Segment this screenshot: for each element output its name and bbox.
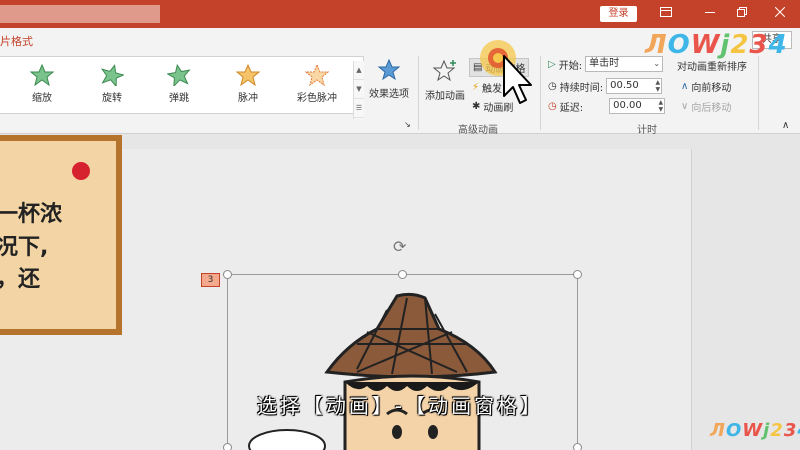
spin-buttons[interactable]: ▲ ▼ xyxy=(658,99,663,113)
selected-picture[interactable] xyxy=(223,270,582,450)
resize-handle[interactable] xyxy=(573,270,582,279)
video-subtitle: 选择【动画】-【动画窗格】 xyxy=(256,394,544,418)
login-button[interactable]: 登录 xyxy=(600,6,637,22)
delay-input[interactable]: 00.00 ▲ ▼ xyxy=(609,98,666,114)
separator xyxy=(540,56,541,130)
clock-icon: ◷ xyxy=(548,80,557,92)
move-earlier-button[interactable]: ∧ 向前移动 xyxy=(681,79,731,94)
reorder-heading: 对动画重新排序 xyxy=(677,62,747,73)
move-later-button[interactable]: ∨ 向后移动 xyxy=(681,99,731,114)
watermark-logo-small: ЛOWj234 xyxy=(710,420,800,441)
spin-buttons[interactable]: ▲ ▼ xyxy=(655,79,660,93)
board-text-line: ，还 xyxy=(0,267,41,292)
close-icon[interactable] xyxy=(769,4,791,24)
gallery-item-pulse[interactable]: 脉冲 xyxy=(218,61,278,109)
zoom-star-icon xyxy=(30,64,54,86)
resize-handle[interactable] xyxy=(398,270,407,279)
title-bar: 登录 xyxy=(0,0,800,28)
minimize-icon[interactable] xyxy=(699,4,721,24)
gallery-item-label: 弹跳 xyxy=(169,93,189,104)
scroll-down-icon[interactable]: ▼ xyxy=(354,80,364,99)
dialog-launcher-icon[interactable]: ↘ xyxy=(404,120,411,129)
add-animation-button[interactable]: 添加动画 xyxy=(424,58,466,102)
start-value: 单击时 xyxy=(589,58,620,69)
start-label: 开始: xyxy=(558,60,583,72)
gallery-item-label: 彩色脉冲 xyxy=(297,93,337,104)
play-icon: ▷ xyxy=(548,58,556,70)
color-pulse-star-icon xyxy=(305,64,329,86)
title-search-box[interactable] xyxy=(0,5,160,23)
board-text-line: 况下, xyxy=(0,235,49,260)
gallery-item-bounce[interactable]: 弹跳 xyxy=(149,61,209,109)
gallery-scroll[interactable]: ▲ ▼ ☰ xyxy=(353,61,364,119)
resize-handle[interactable] xyxy=(573,443,582,450)
gallery-item-zoom[interactable]: 缩放 xyxy=(12,61,72,109)
watermark-logo: ЛOWj234 xyxy=(645,30,788,60)
mouse-cursor-icon xyxy=(503,55,532,104)
delay-label: 延迟: xyxy=(559,102,584,114)
collapse-ribbon-icon[interactable]: ∧ xyxy=(782,120,789,131)
board-text-line: 一杯浓 xyxy=(0,202,63,227)
ribbon-display-icon[interactable] xyxy=(655,4,677,24)
delay-clock-icon: ◷ xyxy=(548,100,557,112)
animation-order-tag[interactable]: 3 xyxy=(201,273,220,287)
duration-input[interactable]: 00.50 ▲ ▼ xyxy=(606,78,663,94)
effect-options-button[interactable]: 效果选项 xyxy=(366,58,412,100)
separator xyxy=(758,56,759,130)
animation-gallery: 缩放 旋转 弹跳 脉冲 彩色脉冲 ▲ ▼ ☰ xyxy=(0,56,364,119)
scroll-up-icon[interactable]: ▲ xyxy=(354,61,364,80)
duration-label: 持续时间: xyxy=(559,82,604,94)
duration-row: ◷ 持续时间: 00.50 ▲ ▼ xyxy=(548,78,663,94)
effect-options-label: 效果选项 xyxy=(369,89,409,100)
duration-value: 00.50 xyxy=(610,80,639,91)
delay-value: 00.00 xyxy=(613,100,642,111)
notice-board[interactable]: 一杯浓 况下, ，还 xyxy=(0,135,122,335)
gallery-item-spin[interactable]: 旋转 xyxy=(82,61,142,109)
chevron-up-icon: ∧ xyxy=(681,81,689,92)
gallery-more-icon[interactable]: ☰ xyxy=(354,99,364,118)
move-earlier-label: 向前移动 xyxy=(691,83,732,94)
bounce-star-icon xyxy=(167,64,191,86)
pushpin-icon xyxy=(72,162,90,180)
ribbon: 缩放 旋转 弹跳 脉冲 彩色脉冲 ▲ ▼ ☰ 效果选项 ↘ 添加动画 ▤ ⚡ 触… xyxy=(0,52,800,136)
add-animation-star-icon xyxy=(432,59,456,82)
resize-handle[interactable] xyxy=(223,270,232,279)
pulse-star-icon xyxy=(236,64,260,86)
gallery-item-label: 旋转 xyxy=(102,93,122,104)
separator xyxy=(418,56,419,130)
move-later-label: 向后移动 xyxy=(691,103,732,114)
spin-star-icon xyxy=(100,64,124,86)
add-animation-label: 添加动画 xyxy=(425,91,465,102)
click-indicator xyxy=(480,40,532,104)
gallery-item-label: 缩放 xyxy=(32,93,52,104)
tab-picture-format[interactable]: 片格式 xyxy=(0,33,33,49)
resize-handle[interactable] xyxy=(223,443,232,450)
effect-options-star-icon xyxy=(377,58,401,81)
gallery-item-label: 脉冲 xyxy=(238,93,258,104)
rotate-handle-icon[interactable]: ⟳ xyxy=(393,237,406,256)
farmer-illustration xyxy=(248,292,498,450)
gallery-item-color-pulse[interactable]: 彩色脉冲 xyxy=(287,61,347,109)
restore-icon[interactable] xyxy=(731,4,753,24)
delay-row: ◷ 延迟: 00.00 ▲ ▼ xyxy=(548,98,666,114)
chevron-down-icon: ∨ xyxy=(681,101,689,112)
